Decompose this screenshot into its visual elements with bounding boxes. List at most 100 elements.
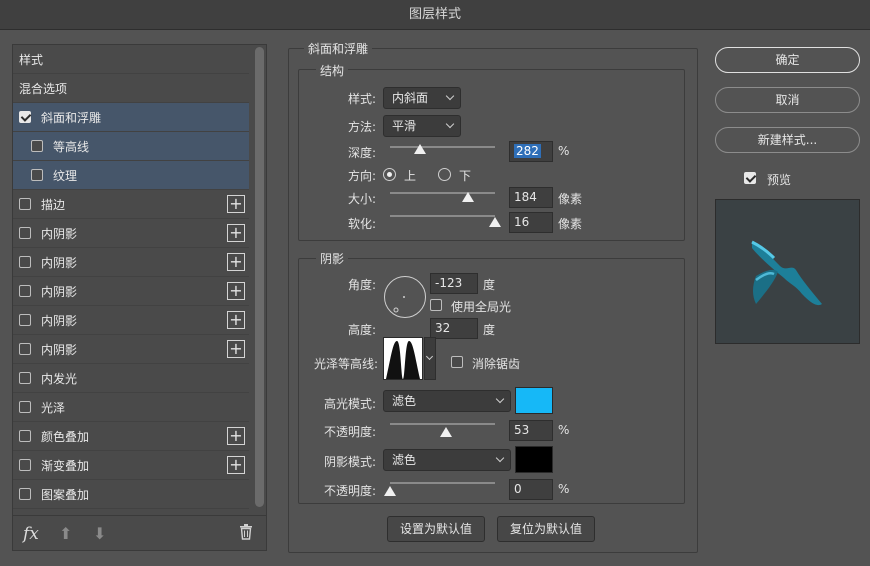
shadow-opacity-handle[interactable] [384, 486, 396, 496]
chevron-down-icon [495, 394, 505, 404]
scrollbar-thumb[interactable] [255, 47, 264, 507]
technique-label: 方法: [347, 120, 376, 134]
style-checkbox[interactable] [19, 256, 31, 268]
style-list-item[interactable]: 内阴影 + [13, 248, 249, 277]
style-list-item[interactable]: 渐变叠加 + [13, 451, 249, 480]
style-checkbox[interactable] [19, 401, 31, 413]
style-checkbox[interactable] [31, 169, 43, 181]
style-list-item[interactable]: 内发光 [13, 364, 249, 393]
layer-style-dialog: 样式 混合选项 斜面和浮雕 等高线 纹理 描边 + 内阴影 + 内阴影 + 内阴影 + 内阴影 + 内阴影 + 内… [0, 31, 870, 566]
highlight-opacity-input[interactable]: 53 [509, 420, 553, 441]
style-list-item[interactable]: 颜色叠加 + [13, 422, 249, 451]
highlight-mode-select[interactable]: 滤色 [383, 390, 511, 412]
add-instance-icon[interactable]: + [227, 224, 245, 242]
highlight-opacity-label: 不透明度: [323, 425, 376, 439]
preview-label: 预览 [767, 173, 792, 187]
add-instance-icon[interactable]: + [227, 282, 245, 300]
style-list-item[interactable]: 纹理 [13, 161, 249, 190]
direction-down-radio[interactable] [438, 168, 451, 181]
shadow-opacity-track[interactable] [390, 482, 495, 484]
style-list-item[interactable]: 内阴影 + [13, 219, 249, 248]
highlight-color-swatch[interactable] [515, 387, 553, 414]
preview-checkbox[interactable] [744, 172, 756, 184]
highlight-opacity-track[interactable] [390, 423, 495, 425]
style-checkbox[interactable] [19, 285, 31, 297]
cancel-button[interactable]: 取消 [715, 87, 860, 113]
make-default-button[interactable]: 设置为默认值 [387, 516, 485, 542]
global-light-label: 使用全局光 [451, 300, 512, 314]
style-list-item[interactable]: 内阴影 + [13, 277, 249, 306]
antialias-checkbox[interactable] [451, 356, 463, 368]
shadow-opacity-unit: % [558, 482, 570, 496]
style-label: 样式: [347, 92, 376, 106]
style-checkbox[interactable] [19, 488, 31, 500]
bevel-style-select[interactable]: 内斜面 [383, 87, 461, 109]
style-list-label: 图案叠加 [41, 487, 90, 502]
style-list-item[interactable]: 混合选项 [13, 74, 249, 103]
altitude-unit: 度 [483, 323, 496, 337]
style-checkbox[interactable] [19, 227, 31, 239]
soften-slider-track[interactable] [390, 215, 495, 217]
style-checkbox[interactable] [19, 343, 31, 355]
style-checkbox[interactable] [19, 459, 31, 471]
size-slider-track[interactable] [390, 192, 495, 194]
depth-input[interactable]: 282 [509, 141, 553, 162]
soften-slider-handle[interactable] [489, 217, 501, 227]
trash-icon[interactable] [239, 524, 253, 540]
style-checkbox[interactable] [19, 430, 31, 442]
shadow-color-swatch[interactable] [515, 446, 553, 473]
add-instance-icon[interactable]: + [227, 253, 245, 271]
fx-button[interactable]: fx [23, 524, 39, 544]
gloss-contour-dropdown[interactable] [424, 337, 436, 380]
shadow-mode-select[interactable]: 滤色 [383, 449, 511, 471]
global-light-checkbox[interactable] [430, 299, 442, 311]
ok-button[interactable]: 确定 [715, 47, 860, 73]
add-instance-icon[interactable]: + [227, 195, 245, 213]
style-list-item[interactable]: 斜面和浮雕 [13, 103, 249, 132]
depth-label: 深度: [347, 146, 376, 160]
style-list-item[interactable]: 等高线 [13, 132, 249, 161]
style-list-item[interactable]: 光泽 [13, 393, 249, 422]
style-list-item[interactable]: 图案叠加 [13, 480, 249, 509]
style-list-label: 内阴影 [41, 255, 78, 270]
style-checkbox[interactable] [19, 111, 31, 123]
direction-up-radio[interactable] [383, 168, 396, 181]
gloss-contour-label: 光泽等高线: [313, 357, 378, 371]
style-list-item[interactable]: 描边 + [13, 190, 249, 219]
style-list-item[interactable]: 内阴影 + [13, 335, 249, 364]
style-checkbox[interactable] [19, 314, 31, 326]
depth-slider-track[interactable] [390, 146, 495, 148]
new-style-button[interactable]: 新建样式... [715, 127, 860, 153]
altitude-input[interactable]: 32 [430, 318, 478, 339]
soften-value: 16 [514, 215, 530, 229]
angle-value: -123 [435, 276, 463, 290]
style-checkbox[interactable] [19, 372, 31, 384]
add-instance-icon[interactable]: + [227, 427, 245, 445]
arrow-up-icon[interactable]: ⬆ [59, 524, 72, 543]
angle-dial[interactable] [383, 275, 427, 319]
add-instance-icon[interactable]: + [227, 456, 245, 474]
angle-input[interactable]: -123 [430, 273, 478, 294]
window-title: 图层样式 [0, 0, 870, 30]
style-list-scrollbar[interactable] [253, 45, 266, 513]
style-list-item[interactable]: 样式 [13, 45, 249, 74]
style-list-item[interactable]: 内阴影 + [13, 306, 249, 335]
reset-default-button[interactable]: 复位为默认值 [497, 516, 595, 542]
size-slider-handle[interactable] [461, 192, 474, 202]
add-instance-icon[interactable]: + [227, 340, 245, 358]
shadow-mode-value: 滤色 [392, 453, 417, 467]
style-checkbox[interactable] [31, 140, 43, 152]
structure-title: 结构 [316, 62, 349, 79]
arrow-down-icon[interactable]: ⬇ [93, 524, 106, 543]
shadow-opacity-value: 0 [514, 482, 522, 496]
depth-slider-handle[interactable] [414, 144, 427, 154]
technique-select[interactable]: 平滑 [383, 115, 461, 137]
add-instance-icon[interactable]: + [227, 311, 245, 329]
soften-input[interactable]: 16 [509, 212, 553, 233]
gloss-contour-preview[interactable] [383, 337, 423, 380]
highlight-opacity-handle[interactable] [439, 427, 452, 437]
style-checkbox[interactable] [19, 198, 31, 210]
direction-label: 方向: [347, 169, 376, 183]
shadow-opacity-input[interactable]: 0 [509, 479, 553, 500]
size-input[interactable]: 184 [509, 187, 553, 208]
